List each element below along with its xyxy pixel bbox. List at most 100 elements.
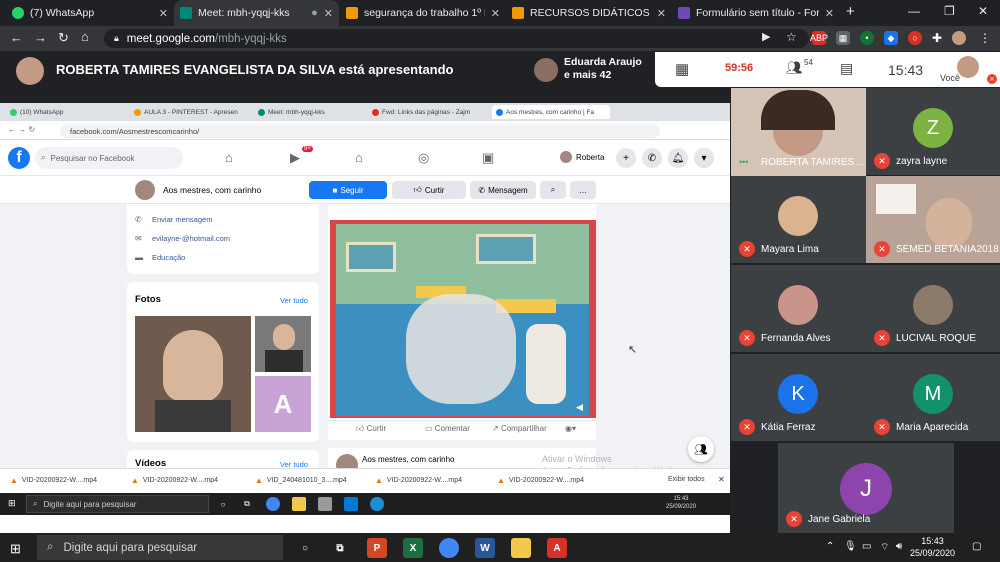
people-summary[interactable]: Eduarda Araujo e mais 42 <box>564 56 642 82</box>
video-file-icon: ▲ <box>10 476 18 485</box>
watch-icon: ▶ <box>290 150 300 165</box>
menu-dots-icon[interactable]: ⋮ <box>978 31 992 45</box>
profile-avatar[interactable] <box>952 31 966 45</box>
task-view-icon[interactable]: ⧉ <box>330 538 350 558</box>
photo-thumbnail <box>135 316 251 432</box>
participant-tile[interactable]: ✕ Mayara Lima <box>731 176 866 263</box>
participant-tile[interactable]: ✕ SEMED BETANIA2018 <box>866 176 1000 263</box>
back-icon[interactable]: ← <box>10 30 23 45</box>
meet-clock: 15:43 <box>888 62 924 78</box>
adblock-icon[interactable]: ABP <box>810 31 828 45</box>
groups-icon: ◎ <box>418 150 430 165</box>
new-tab-button[interactable]: + <box>846 3 855 20</box>
taskbar-search[interactable]: ⌕ Digite aqui para pesquisar <box>37 535 283 560</box>
meet-extension-icon[interactable]: ◆ <box>884 31 898 45</box>
window-close-button[interactable]: ✕ <box>978 4 988 18</box>
post-share-button: ↗ Compartilhar <box>492 424 547 433</box>
info-message: ✆ Enviar mensagem <box>135 215 213 224</box>
lock-icon: 🔒︎ <box>114 33 119 43</box>
facebook-logo-icon: f <box>8 147 30 169</box>
participant-tile[interactable]: ✕ Fernanda Alves <box>731 265 866 352</box>
taskbar-clock[interactable]: 15:43 25/09/2020 <box>910 535 955 559</box>
share-icon: ↗ <box>492 424 501 433</box>
tab-recursos[interactable]: RECURSOS DIDÁTICOS ✕ <box>506 0 672 26</box>
mic-off-icon: ✕ <box>786 511 802 527</box>
layout-grid-icon[interactable]: ▦ <box>675 60 689 78</box>
participant-tile[interactable]: ✕ LUCIVAL ROQUE <box>866 265 1000 352</box>
windows-start-icon[interactable]: ⊞ <box>10 541 21 557</box>
forward-icon[interactable]: → <box>34 30 47 45</box>
minimize-button[interactable]: — <box>908 4 920 18</box>
powerpoint-icon[interactable]: P <box>367 538 387 558</box>
more-button: … <box>570 181 596 199</box>
mic-off-icon: ✕ <box>739 419 755 435</box>
facebook-search: ⌕ Pesquisar no Facebook <box>35 147 183 169</box>
extension-dot-icon[interactable]: • <box>860 31 874 45</box>
bookmark-star-icon[interactable]: ☆ <box>786 30 797 44</box>
avatar <box>913 285 953 325</box>
puzzle-icon[interactable]: ✚ <box>930 31 944 45</box>
messenger-icon: ✆ <box>642 148 662 168</box>
info-email: ✉ evilayne-@hotmail.com <box>135 234 231 243</box>
battery-icon[interactable]: ▭ <box>862 541 871 552</box>
participant-name: Mayara Lima <box>761 244 819 255</box>
classroom-video <box>336 224 589 416</box>
home-icon[interactable]: ⌂ <box>81 29 89 44</box>
participant-tile[interactable]: K ✕ Kátia Ferraz <box>731 354 866 441</box>
extension-circle-icon[interactable]: ○ <box>908 31 922 45</box>
close-icon[interactable]: ✕ <box>159 7 168 20</box>
participant-name: zayra layne <box>896 156 948 167</box>
word-icon[interactable]: W <box>475 538 495 558</box>
camera-icon[interactable]: ▶ <box>762 30 770 43</box>
network-icon[interactable]: ⌔ <box>880 541 889 554</box>
slides-icon <box>512 7 524 19</box>
close-icon[interactable]: ✕ <box>324 7 333 20</box>
notifications-icon[interactable]: ▢ <box>972 541 981 552</box>
excel-icon[interactable]: X <box>403 538 423 558</box>
cortana-icon[interactable]: ○ <box>295 538 315 558</box>
chat-icon[interactable]: ▤ <box>840 60 853 77</box>
tab-formulario[interactable]: Formulário sem título - Formu ✕ <box>672 0 840 26</box>
reload-icon[interactable]: ↻ <box>58 30 69 46</box>
video-file-icon: ▲ <box>131 476 139 485</box>
restore-button[interactable]: ❐ <box>944 4 955 18</box>
shared-address-bar: facebook.com/Aosmestrescomcarinho/ <box>60 124 660 138</box>
new-message-icon: 👥︎ <box>688 436 714 462</box>
meeting-timer: 59:56 <box>725 62 754 74</box>
shared-tab: Aos mestres, com carinho | Fa <box>492 105 610 119</box>
store-icon <box>318 497 332 511</box>
grid-extension-icon[interactable]: ▦ <box>836 31 850 45</box>
tab-whatsapp[interactable]: (7) WhatsApp ✕ <box>6 0 174 26</box>
photo-thumbnail: A <box>255 376 311 432</box>
whatsapp-icon <box>12 7 24 19</box>
participant-tile[interactable]: J ✕ Jane Gabriela <box>778 443 954 533</box>
video-file-icon: ▲ <box>375 476 383 485</box>
address-bar[interactable]: 🔒︎ meet.google.com/mbh-yqqj-kks <box>104 29 809 48</box>
close-icon[interactable]: ✕ <box>491 7 500 20</box>
message-button: ✆ Mensagem <box>470 181 536 199</box>
folder-icon: ▬ <box>135 253 143 262</box>
people-icon[interactable]: 👥︎ <box>786 60 803 76</box>
close-icon: ✕ <box>718 475 725 484</box>
chrome-icon[interactable] <box>439 538 459 558</box>
tab-seguranca[interactable]: segurança do trabalho 1º PERÍ ✕ <box>340 0 506 26</box>
edge-icon <box>370 497 384 511</box>
show-all-downloads: Exibir todos <box>668 476 705 483</box>
volume-icon[interactable]: 🔊︎ <box>896 541 902 552</box>
self-mic-off-icon[interactable]: ✕ <box>987 74 997 84</box>
participant-tile[interactable]: M ✕ Maria Aparecida <box>866 354 1000 441</box>
participant-tile[interactable]: Z ✕ zayra layne <box>866 88 1000 175</box>
avatar <box>778 196 818 236</box>
file-explorer-icon[interactable] <box>511 538 531 558</box>
create-icon: + <box>616 148 636 168</box>
tab-meet[interactable]: Meet: mbh-yqqj-kks ● ✕ <box>174 0 339 26</box>
cortana-icon: ○ <box>220 499 226 509</box>
acrobat-icon[interactable]: A <box>547 538 567 558</box>
close-icon[interactable]: ✕ <box>825 7 834 20</box>
page-avatar <box>135 180 155 200</box>
participant-tile[interactable]: ROBERTA TAMIRES ... ••• <box>731 88 866 176</box>
microphone-icon[interactable]: 🎙︎ <box>844 541 857 552</box>
chevron-up-icon[interactable]: ⌃ <box>826 541 834 552</box>
bell-icon: 🔔︎ <box>668 148 688 168</box>
close-icon[interactable]: ✕ <box>657 7 666 20</box>
